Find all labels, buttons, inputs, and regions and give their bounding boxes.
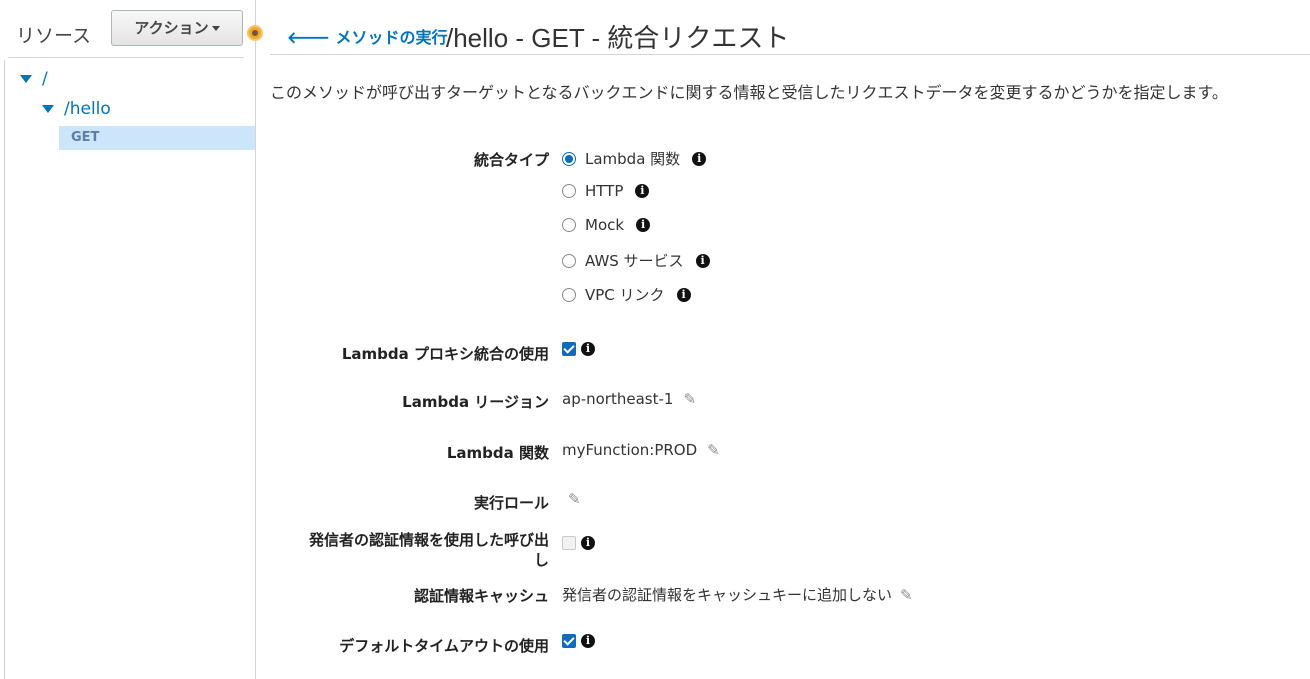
lambda-function-label: Lambda 関数 xyxy=(446,444,549,462)
option-label: Lambda 関数 xyxy=(585,150,681,168)
back-arrow-icon: 🡐 xyxy=(287,28,330,47)
integration-option-vpc-link[interactable]: VPC リンク i xyxy=(562,284,691,305)
credentials-cache-value: 発信者の認証情報をキャッシュキーに追加しない xyxy=(562,586,893,604)
info-icon[interactable]: i xyxy=(695,253,710,268)
lambda-function-value-row: myFunction:PROD ✎ xyxy=(562,441,720,459)
option-label: Mock xyxy=(585,216,625,234)
back-link-label: メソッドの実行 xyxy=(335,28,448,47)
tree-item-label: /hello xyxy=(64,99,111,119)
radio-button[interactable] xyxy=(562,184,576,198)
info-icon[interactable]: i xyxy=(635,184,650,198)
default-timeout-control: i xyxy=(562,634,595,648)
expand-triangle-icon[interactable] xyxy=(20,75,32,83)
sidebar-divider xyxy=(8,57,244,58)
info-icon[interactable]: i xyxy=(676,287,691,302)
info-icon[interactable]: i xyxy=(581,342,595,356)
info-icon[interactable]: i xyxy=(581,634,595,648)
integration-option-lambda[interactable]: Lambda 関数 i xyxy=(562,148,707,169)
lambda-proxy-control: i xyxy=(562,342,595,356)
caller-credentials-control: i xyxy=(562,536,595,550)
edit-pencil-icon[interactable]: ✎ xyxy=(568,490,581,508)
integration-option-aws-service[interactable]: AWS サービス i xyxy=(562,250,710,271)
actions-button[interactable]: アクション xyxy=(111,10,243,46)
tree-item-get-method[interactable]: GET xyxy=(59,126,255,150)
tree-item-hello[interactable]: /hello xyxy=(42,99,111,119)
option-label: AWS サービス xyxy=(585,252,684,270)
radio-button[interactable] xyxy=(562,253,576,268)
lambda-function-value: myFunction:PROD xyxy=(562,441,698,459)
label-line-1: 発信者の認証情報を使用した呼び出 xyxy=(308,531,549,549)
default-timeout-checkbox[interactable] xyxy=(562,634,576,648)
label-line-2: し xyxy=(533,551,549,569)
info-icon[interactable]: i xyxy=(581,536,595,550)
default-timeout-label: デフォルトタイムアウトの使用 xyxy=(339,637,549,655)
sidebar-edge xyxy=(4,60,5,679)
execution-role-label: 実行ロール xyxy=(473,494,549,512)
integration-option-mock[interactable]: Mock i xyxy=(562,216,651,234)
radio-button[interactable] xyxy=(562,287,576,302)
info-icon[interactable]: i xyxy=(636,218,651,232)
lambda-proxy-checkbox[interactable] xyxy=(562,342,576,356)
integration-option-http[interactable]: HTTP i xyxy=(562,182,650,200)
page-description: このメソッドが呼び出すターゲットとなるバックエンドに関する情報と受信したリクエス… xyxy=(270,83,1228,102)
option-label: HTTP xyxy=(585,182,624,200)
back-to-method-execution-link[interactable]: 🡐 メソッドの実行 xyxy=(287,24,448,48)
resource-sidebar: リソース アクション / /hello GET xyxy=(0,0,256,679)
lambda-proxy-label: Lambda プロキシ統合の使用 xyxy=(341,345,549,363)
radio-button[interactable] xyxy=(562,151,576,166)
header-divider xyxy=(270,54,1310,55)
option-label: VPC リンク xyxy=(585,286,665,304)
radio-button[interactable] xyxy=(562,218,576,232)
resources-title: リソース xyxy=(16,25,92,47)
info-icon[interactable]: i xyxy=(692,151,707,166)
edit-pencil-icon[interactable]: ✎ xyxy=(683,390,696,408)
credentials-cache-label: 認証情報キャッシュ xyxy=(413,587,549,605)
page-title: /hello - GET - 統合リクエスト xyxy=(446,23,790,53)
panel-resize-handle[interactable] xyxy=(247,25,263,41)
caret-down-icon xyxy=(211,26,220,31)
edit-pencil-icon[interactable]: ✎ xyxy=(707,441,720,459)
caller-credentials-checkbox[interactable] xyxy=(562,536,576,550)
execution-role-value-row: ✎ xyxy=(562,490,581,508)
lambda-region-label: Lambda リージョン xyxy=(402,393,549,411)
tree-item-label: / xyxy=(42,69,48,89)
tree-item-root[interactable]: / xyxy=(20,69,48,89)
credentials-cache-value-row: 発信者の認証情報をキャッシュキーに追加しない ✎ xyxy=(562,584,913,605)
edit-pencil-icon[interactable]: ✎ xyxy=(900,586,913,604)
lambda-region-value: ap-northeast-1 xyxy=(562,390,674,408)
caller-credentials-label: 発信者の認証情報を使用した呼び出し xyxy=(309,530,549,570)
lambda-region-value-row: ap-northeast-1 ✎ xyxy=(562,390,696,408)
integration-type-label: 統合タイプ xyxy=(473,151,549,169)
expand-triangle-icon[interactable] xyxy=(42,105,54,113)
actions-label: アクション xyxy=(134,19,209,37)
